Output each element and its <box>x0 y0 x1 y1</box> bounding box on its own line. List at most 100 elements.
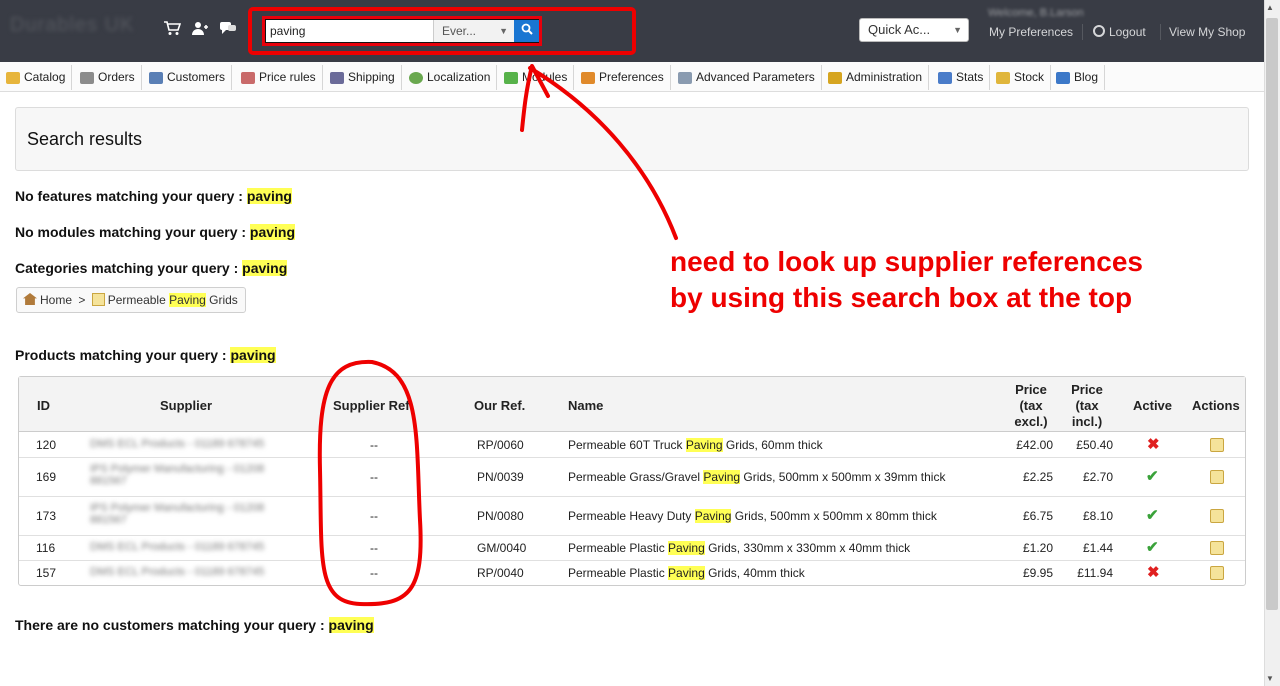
scroll-down-arrow-icon[interactable]: ▼ <box>1266 674 1274 683</box>
puzzle-icon <box>504 71 518 84</box>
scroll-up-arrow-icon[interactable]: ▲ <box>1266 3 1274 12</box>
breadcrumb-home[interactable]: Home <box>40 293 72 307</box>
divider <box>1160 24 1161 40</box>
cell-id: 169 <box>36 470 57 484</box>
menu-preferences[interactable]: Preferences <box>581 65 671 90</box>
search-scope-select[interactable]: Ever... ▼ <box>433 20 514 42</box>
edit-icon[interactable] <box>1210 509 1224 523</box>
menu-customers[interactable]: Customers <box>149 65 233 90</box>
power-icon <box>1093 25 1105 37</box>
preferences-icon <box>581 71 595 84</box>
text: Permeable Heavy Duty <box>568 509 695 523</box>
col-active[interactable]: Active <box>1133 398 1172 413</box>
cell-name: Permeable Plastic Paving Grids, 330mm x … <box>568 541 910 555</box>
cell-supplier-ref: -- <box>370 566 378 580</box>
page-title: Search results <box>27 129 143 149</box>
menu-stock[interactable]: Stock <box>996 65 1052 90</box>
cell-our-ref: GM/0040 <box>477 541 527 555</box>
active-check-icon[interactable]: ✔ <box>1146 467 1159 485</box>
view-my-shop-link[interactable]: View My Shop <box>1169 25 1245 39</box>
text: Permeable 60T Truck <box>568 438 686 452</box>
col-supplier[interactable]: Supplier <box>160 398 212 413</box>
breadcrumb-category[interactable]: Permeable Paving Grids <box>108 293 238 307</box>
menu-modules[interactable]: Modules <box>504 65 575 90</box>
quick-access-select[interactable]: Quick Ac... ▼ <box>859 18 969 42</box>
search-results-panel <box>15 107 1249 171</box>
menu-label: Blog <box>1074 70 1099 84</box>
edit-icon[interactable] <box>1210 541 1224 555</box>
cell-price-excl: £6.75 <box>1022 509 1053 523</box>
menu-localization[interactable]: Localization <box>409 65 498 90</box>
edit-icon[interactable] <box>1210 438 1224 452</box>
message-text: There are no customers matching your que… <box>15 617 329 633</box>
menu-orders[interactable]: Orders <box>80 65 142 90</box>
welcome-text-blurred: Welcome, B.Larson <box>988 7 1084 19</box>
menu-price-rules[interactable]: Price rules <box>241 65 323 90</box>
menu-label: Price rules <box>259 70 316 84</box>
my-preferences-link[interactable]: My Preferences <box>989 25 1073 39</box>
cell-id: 157 <box>36 566 57 580</box>
query-highlight: paving <box>246 188 292 204</box>
col-our-ref[interactable]: Our Ref. <box>474 398 525 413</box>
home-icon <box>23 293 37 305</box>
edit-icon[interactable] <box>1210 470 1224 484</box>
menu-label: Shipping <box>348 70 395 84</box>
header-line: Price <box>1071 382 1103 397</box>
messages-icon[interactable] <box>218 20 238 40</box>
cell-price-incl: £2.70 <box>1082 470 1113 484</box>
menu-shipping[interactable]: Shipping <box>330 65 402 90</box>
logout-link[interactable]: Logout <box>1093 25 1146 39</box>
col-supplier-ref[interactable]: Supplier Ref. <box>333 398 413 413</box>
cell-supplier-blurred: DMS ECL Products - 01189 678745 <box>90 566 265 578</box>
message-text: Products matching your query : <box>15 347 231 363</box>
stock-icon <box>996 71 1010 84</box>
active-check-icon[interactable]: ✔ <box>1146 506 1159 524</box>
search-input[interactable] <box>266 20 433 42</box>
products-message: Products matching your query : paving <box>15 347 276 363</box>
query-highlight: Paving <box>668 541 705 555</box>
cell-name: Permeable Grass/Gravel Paving Grids, 500… <box>568 470 945 484</box>
wrench-icon <box>678 71 692 84</box>
menu-label: Stock <box>1014 70 1045 84</box>
cell-supplier-ref: -- <box>370 541 378 555</box>
scrollbar-thumb[interactable] <box>1266 18 1278 610</box>
chevron-down-icon: ▼ <box>953 25 962 35</box>
col-name[interactable]: Name <box>568 398 603 413</box>
col-id[interactable]: ID <box>37 398 50 413</box>
menu-catalog[interactable]: Catalog <box>6 65 73 90</box>
menu-stats[interactable]: Stats <box>938 65 991 90</box>
text: Permeable Grass/Gravel <box>568 470 704 484</box>
no-modules-message: No modules matching your query : paving <box>15 224 296 240</box>
cell-price-excl: £9.95 <box>1022 566 1053 580</box>
cell-supplier-ref: -- <box>370 470 378 484</box>
search-scope-label: Ever... <box>442 24 477 38</box>
menu-advanced-parameters[interactable]: Advanced Parameters <box>678 65 822 90</box>
query-highlight: Paving <box>703 470 741 484</box>
col-price-excl[interactable]: Price (tax excl.) <box>1006 382 1056 430</box>
edit-icon <box>91 293 105 306</box>
cell-our-ref: RP/0060 <box>477 438 524 452</box>
cell-our-ref: PN/0039 <box>477 470 524 484</box>
text: Grids, 500mm x 500mm x 39mm thick <box>740 470 946 484</box>
customers-icon[interactable] <box>190 20 210 40</box>
inactive-icon[interactable]: ✖ <box>1147 563 1160 581</box>
inactive-icon[interactable]: ✖ <box>1147 435 1160 453</box>
cell-price-incl: £11.94 <box>1077 566 1113 580</box>
cell-our-ref: PN/0080 <box>477 509 524 523</box>
menu-blog[interactable]: Blog <box>1056 65 1106 90</box>
search-button[interactable] <box>514 20 539 42</box>
category-breadcrumb[interactable]: Home > Permeable Paving Grids <box>16 287 246 313</box>
annotation-text: by using this search box at the top <box>670 282 1133 313</box>
active-check-icon[interactable]: ✔ <box>1146 538 1159 556</box>
categories-message: Categories matching your query : paving <box>15 260 288 276</box>
cell-supplier-ref: -- <box>370 438 378 452</box>
query-highlight: Paving <box>668 566 705 580</box>
col-price-incl[interactable]: Price (tax incl.) <box>1062 382 1112 430</box>
edit-icon[interactable] <box>1210 566 1224 580</box>
menu-administration[interactable]: Administration <box>828 65 930 90</box>
text: Grids, 40mm thick <box>704 566 805 580</box>
query-highlight: paving <box>249 224 296 240</box>
price-rule-icon <box>241 71 255 84</box>
menu-label: Stats <box>956 70 984 84</box>
cart-icon[interactable] <box>162 20 182 40</box>
